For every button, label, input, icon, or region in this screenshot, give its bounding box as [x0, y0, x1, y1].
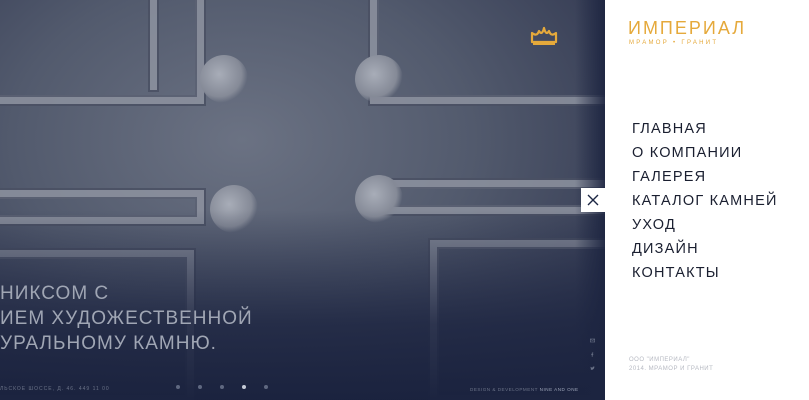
close-menu-button[interactable] — [581, 188, 605, 212]
side-menu-panel: ИМПЕРИАЛ МРАМОР • ГРАНИТ ГЛАВНАЯ О КОМПА… — [605, 0, 809, 400]
slider-dot[interactable] — [220, 385, 224, 389]
slider-dot[interactable] — [198, 385, 202, 389]
molding-ornament — [355, 55, 403, 103]
company-tagline: 2014. МРАМОР И ГРАНИТ — [629, 366, 714, 372]
close-icon[interactable] — [581, 188, 605, 212]
company-info: ООО "ИМПЕРИАЛ" 2014. МРАМОР И ГРАНИТ — [629, 356, 713, 374]
slider-dot[interactable] — [176, 385, 180, 389]
nav-item-about[interactable]: О КОМПАНИИ — [632, 141, 778, 165]
slider-dot-active[interactable] — [242, 385, 246, 389]
address-text: ЛЬСКОЕ ШОССЕ, Д. 46. 449 11 00 — [0, 386, 110, 392]
nav-item-home[interactable]: ГЛАВНАЯ — [632, 117, 778, 141]
twitter-icon[interactable] — [590, 366, 595, 371]
slider-dot[interactable] — [264, 385, 268, 389]
design-credits[interactable]: DESIGN & DEVELOPMENT NINE AND ONE — [470, 387, 579, 392]
nav-item-gallery[interactable]: ГАЛЕРЕЯ — [632, 165, 778, 189]
nav-item-care[interactable]: УХОД — [632, 213, 778, 237]
credits-studio-link[interactable]: NINE AND ONE — [540, 387, 579, 392]
nav-item-contacts[interactable]: КОНТАКТЫ — [632, 261, 778, 285]
slider-pagination[interactable] — [176, 385, 268, 389]
tagline-line: УРАЛЬНОМУ КАМНЮ. — [0, 333, 217, 354]
molding-ornament — [200, 55, 248, 103]
hero-background: НИКСОМ С ИЕМ ХУДОЖЕСТВЕННОЙ УРАЛЬНОМУ КА… — [0, 0, 605, 400]
brand-logo-subtitle: МРАМОР • ГРАНИТ — [629, 40, 719, 46]
wall-molding-panel — [150, 0, 157, 90]
credits-prefix: DESIGN & DEVELOPMENT — [470, 387, 538, 392]
wall-molding-panel — [370, 180, 605, 214]
company-name: ООО "ИМПЕРИАЛ" — [629, 357, 690, 363]
mail-icon[interactable] — [590, 338, 596, 343]
brand-logo-title[interactable]: ИМПЕРИАЛ — [628, 18, 746, 39]
main-navigation: ГЛАВНАЯ О КОМПАНИИ ГАЛЕРЕЯ КАТАЛОГ КАМНЕ… — [632, 117, 778, 285]
tagline-line: НИКСОМ С — [0, 283, 110, 304]
nav-item-stone-catalog[interactable]: КАТАЛОГ КАМНЕЙ — [632, 189, 778, 213]
social-links — [590, 338, 596, 371]
crown-icon — [530, 26, 558, 45]
facebook-icon[interactable] — [590, 352, 595, 357]
hero-tagline: НИКСОМ С ИЕМ ХУДОЖЕСТВЕННОЙ УРАЛЬНОМУ КА… — [0, 281, 253, 356]
wall-molding-panel — [0, 0, 204, 104]
tagline-line: ИЕМ ХУДОЖЕСТВЕННОЙ — [0, 308, 253, 329]
wall-molding-panel — [370, 0, 605, 104]
nav-item-design[interactable]: ДИЗАЙН — [632, 237, 778, 261]
